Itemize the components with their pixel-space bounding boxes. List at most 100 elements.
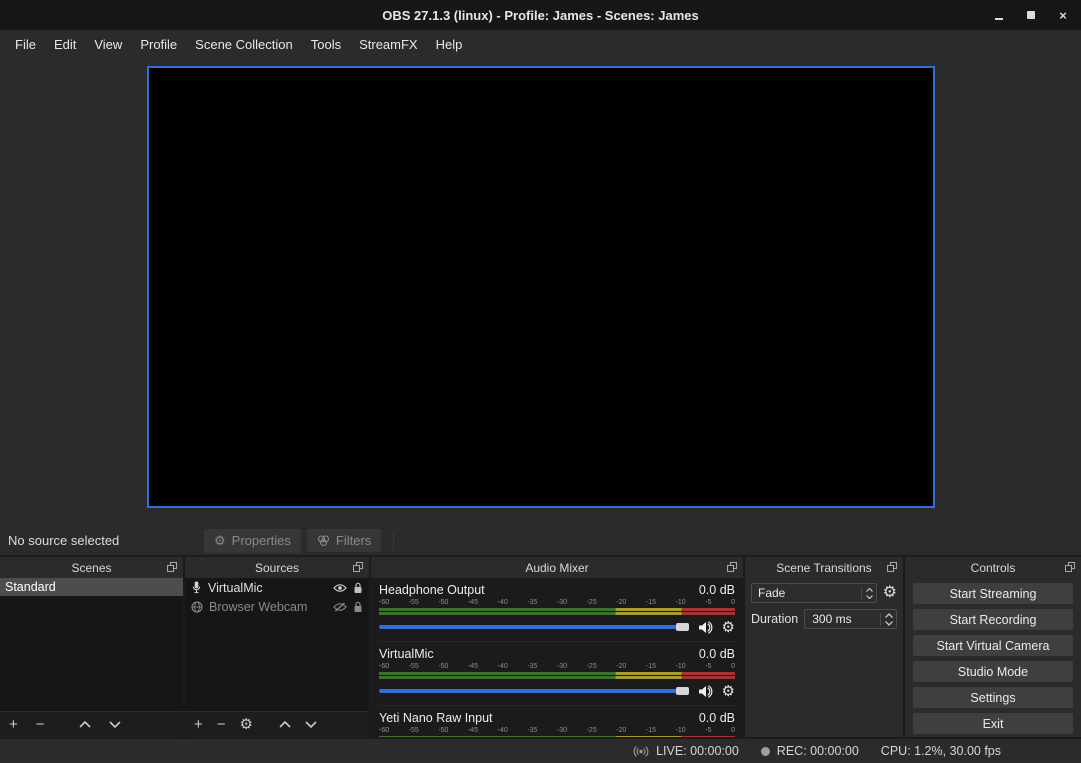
volume-slider[interactable]: [379, 689, 689, 693]
menu-view[interactable]: View: [85, 30, 131, 58]
scenes-toolbar: + −: [0, 711, 183, 737]
menu-streamfx[interactable]: StreamFX: [350, 30, 427, 58]
mixer-gear-icon[interactable]: ⚙: [722, 684, 735, 699]
volume-slider-handle[interactable]: [676, 687, 689, 695]
scene-item-standard[interactable]: Standard: [0, 578, 183, 596]
menu-tools[interactable]: Tools: [302, 30, 350, 58]
popout-icon[interactable]: [887, 562, 897, 572]
visibility-eye-slash-icon[interactable]: [333, 602, 347, 612]
meter-tick-label: -40: [498, 599, 508, 607]
source-row-virtualmic[interactable]: VirtualMic: [185, 578, 369, 597]
start-recording-button[interactable]: Start Recording: [913, 609, 1073, 630]
meter-tick-label: -55: [409, 599, 419, 607]
transition-select[interactable]: Fade: [751, 583, 877, 603]
move-source-down-button[interactable]: [305, 721, 317, 728]
preview-region: [0, 58, 1081, 526]
preview-canvas[interactable]: [147, 66, 935, 508]
lock-icon[interactable]: [353, 601, 363, 613]
meter-tick-label: -50: [438, 663, 448, 671]
maximize-button[interactable]: [1025, 8, 1037, 22]
popout-icon[interactable]: [727, 562, 737, 572]
mixer-name: VirtualMic: [379, 647, 434, 661]
transition-selected-value: Fade: [758, 586, 857, 600]
duration-spinbox[interactable]: 300 ms: [804, 609, 897, 629]
combo-spinner-icon[interactable]: [861, 588, 873, 599]
menu-help[interactable]: Help: [427, 30, 472, 58]
sources-toolbar: + − ⚙: [185, 711, 369, 737]
menu-scene-collection[interactable]: Scene Collection: [186, 30, 302, 58]
visibility-eye-icon[interactable]: [333, 583, 347, 593]
controls-dock-title: Controls: [971, 561, 1016, 575]
meter-tick-label: -60: [379, 599, 389, 607]
meter-tick-label: -35: [527, 599, 537, 607]
mixer-virtualmic: VirtualMic 0.0 dB -60-55-50-45-40-35-30-…: [379, 642, 735, 706]
meter-tick-label: -40: [498, 663, 508, 671]
studio-mode-button[interactable]: Studio Mode: [913, 661, 1073, 682]
meter-tick-label: -25: [587, 599, 597, 607]
scene-reorder-buttons: [79, 721, 121, 728]
meter-tick-label: -25: [587, 727, 597, 735]
start-virtual-camera-button[interactable]: Start Virtual Camera: [913, 635, 1073, 656]
close-button[interactable]: ×: [1057, 8, 1069, 22]
move-source-up-button[interactable]: [279, 721, 291, 728]
meter-tick-label: -5: [705, 663, 711, 671]
globe-icon: [191, 601, 203, 613]
audio-mixer-dock-header: Audio Mixer: [371, 557, 743, 578]
filter-icon: [317, 535, 330, 547]
filters-button[interactable]: Filters: [307, 529, 381, 552]
properties-label: Properties: [232, 533, 291, 548]
remove-scene-button[interactable]: −: [36, 717, 45, 732]
lock-icon[interactable]: [353, 582, 363, 594]
duration-spinner-icon[interactable]: [880, 613, 893, 626]
remove-source-button[interactable]: −: [217, 717, 226, 732]
volume-meter: [379, 608, 735, 611]
popout-icon[interactable]: [167, 562, 177, 572]
source-row-browser-webcam[interactable]: Browser Webcam: [185, 597, 369, 616]
volume-meter: [379, 612, 735, 615]
add-scene-button[interactable]: +: [9, 717, 18, 732]
minimize-button[interactable]: [993, 8, 1005, 22]
close-icon: ×: [1059, 9, 1067, 22]
meter-tick-label: -55: [409, 727, 419, 735]
audio-mixer-dock: Audio Mixer Headphone Output 0.0 dB -60 -…: [371, 557, 743, 737]
start-streaming-button[interactable]: Start Streaming: [913, 583, 1073, 604]
volume-slider-handle[interactable]: [676, 623, 689, 631]
window-buttons: ×: [993, 0, 1069, 30]
scene-transitions-dock-title: Scene Transitions: [776, 561, 871, 575]
volume-meter: [379, 736, 735, 737]
properties-button[interactable]: ⚙ Properties: [204, 529, 301, 553]
menu-profile[interactable]: Profile: [131, 30, 186, 58]
scenes-dock: Scenes Standard + −: [0, 557, 183, 737]
source-properties-gear-icon[interactable]: ⚙: [240, 717, 253, 732]
broadcast-icon: [633, 745, 649, 758]
controls-body: Start Streaming Start Recording Start Vi…: [905, 578, 1081, 739]
meter-tick-label: -45: [468, 727, 478, 735]
volume-slider[interactable]: [379, 625, 689, 629]
mixer-name: Headphone Output: [379, 583, 485, 597]
settings-button[interactable]: Settings: [913, 687, 1073, 708]
speaker-mute-button[interactable]: [698, 685, 713, 698]
mixer-gear-icon[interactable]: ⚙: [722, 620, 735, 635]
toolbar-separator: [393, 532, 394, 550]
menu-file[interactable]: File: [6, 30, 45, 58]
exit-button[interactable]: Exit: [913, 713, 1073, 734]
speaker-mute-button[interactable]: [698, 621, 713, 634]
meter-tick-label: -10: [676, 599, 686, 607]
add-source-button[interactable]: +: [194, 717, 203, 732]
meter-tick-label: -60: [379, 727, 389, 735]
controls-dock-header: Controls: [905, 557, 1081, 578]
meter-tick-label: -35: [527, 727, 537, 735]
popout-icon[interactable]: [353, 562, 363, 572]
sources-dock-header: Sources: [185, 557, 369, 578]
window-title: OBS 27.1.3 (linux) - Profile: James - Sc…: [382, 8, 698, 23]
meter-tick-label: -20: [616, 599, 626, 607]
mixer-db-value: 0.0 dB: [699, 583, 735, 597]
meter-tick-label: -35: [527, 663, 537, 671]
menu-edit[interactable]: Edit: [45, 30, 85, 58]
popout-icon[interactable]: [1065, 562, 1075, 572]
move-scene-up-button[interactable]: [79, 721, 91, 728]
move-scene-down-button[interactable]: [109, 721, 121, 728]
meter-tick-label: 0: [731, 663, 735, 671]
controls-dock: Controls Start Streaming Start Recording…: [905, 557, 1081, 737]
transition-settings-gear-icon[interactable]: ⚙: [883, 585, 897, 601]
